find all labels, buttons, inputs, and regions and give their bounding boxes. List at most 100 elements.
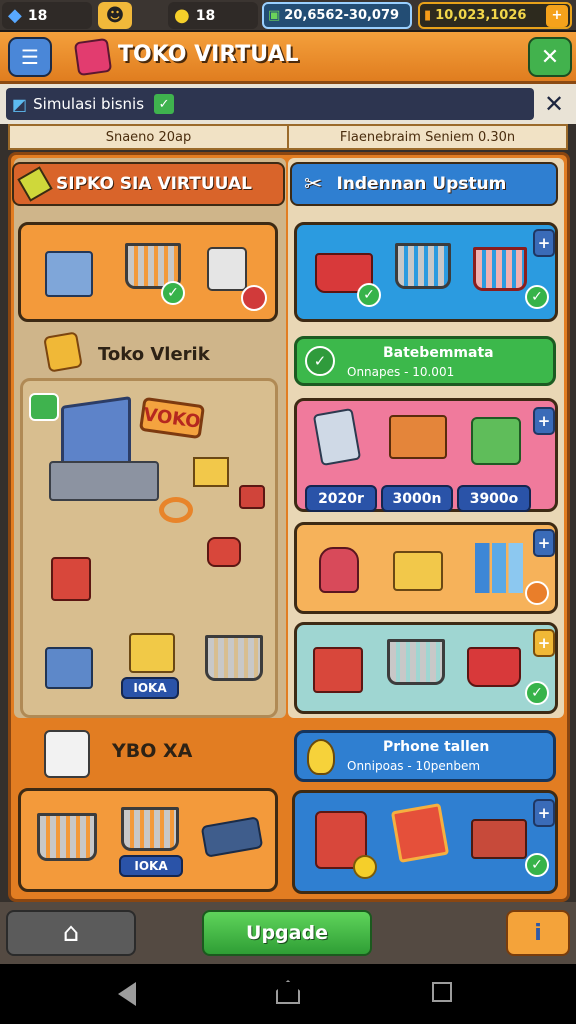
price-tag-1[interactable]: 2020r — [305, 485, 377, 512]
bottom-bar: ⌂ Upgade i — [0, 902, 576, 964]
right-item-card-4[interactable]: + ✓ — [294, 622, 558, 714]
clear-search-button[interactable]: ✕ — [538, 88, 570, 120]
bag-icon — [319, 547, 359, 593]
check-icon: ✓ — [525, 681, 549, 705]
coin-icon — [353, 855, 377, 879]
home-icon: ⌂ — [62, 918, 80, 948]
ok-icon: ✓ — [305, 346, 335, 376]
register-box-icon — [313, 647, 363, 693]
card-reader-icon — [200, 816, 264, 858]
status-bar: ◆ 18 ☻ ● 18 ▣ 20,6562-30,079 ▮ 10,023,10… — [0, 0, 576, 32]
veg-cart-icon — [37, 813, 97, 861]
fruit-basket-icon — [467, 647, 521, 687]
info-tabs: Snaeno 20ap Flaenebraim Seniem 0.30n — [8, 124, 568, 150]
title-bar: ☰ TOKO VIRTUAL ✕ — [0, 32, 576, 84]
home-nav-icon[interactable] — [276, 980, 300, 1004]
goods-icon — [471, 417, 521, 465]
cash-counter[interactable]: ▣ 20,6562-30,079 — [262, 2, 412, 29]
gem-icon: ◆ — [8, 5, 22, 26]
banner-1-sub: Onnapes - 10.001 — [347, 365, 455, 379]
speaker-icon — [51, 557, 91, 601]
home-button[interactable]: ⌂ — [6, 910, 136, 956]
coin-icon: ● — [174, 5, 190, 26]
banner-2-sub: Onnipoas - 10penbem — [347, 759, 481, 773]
add-button[interactable]: + — [533, 407, 555, 435]
left-item-card[interactable]: ✓ — [18, 222, 278, 322]
back-icon[interactable] — [118, 982, 136, 1006]
fruit-cart-icon — [121, 807, 179, 851]
heart-badge-icon — [241, 285, 267, 311]
checkbox-icon[interactable]: ✓ — [154, 94, 175, 114]
voko-sign: VOKO — [138, 396, 206, 440]
check-icon: ✓ — [161, 281, 185, 305]
upgrade-button[interactable]: Upgade — [202, 910, 372, 956]
right-header[interactable]: ✂ Indennan Upstum — [290, 162, 558, 206]
ring-icon — [159, 497, 193, 523]
store-logo-icon — [73, 37, 113, 77]
chat-icon — [29, 393, 59, 421]
store-badge-icon — [43, 331, 83, 373]
register-icon — [45, 647, 93, 689]
produce-cart-icon — [395, 243, 451, 289]
bottom-left-card[interactable]: IOKA — [18, 788, 278, 892]
counter-icon — [49, 461, 159, 501]
store-scene[interactable]: VOKO IOKA — [20, 378, 278, 718]
bottom-left-label: YBO XA — [112, 740, 193, 762]
books-icon — [471, 819, 527, 859]
banner-1-title: Batebemmata — [383, 345, 494, 361]
tools-icon: ✂ — [304, 171, 323, 197]
book-icon — [389, 415, 447, 459]
right-item-card-5[interactable]: + ✓ — [292, 790, 558, 894]
recents-icon[interactable] — [432, 982, 452, 1002]
price-tag-3[interactable]: 3900o — [457, 485, 531, 512]
money-icon: ▣ — [268, 8, 281, 23]
can-icon — [239, 485, 265, 509]
coins-counter[interactable]: ● 18 — [168, 2, 258, 29]
page-title: TOKO VIRTUAL — [118, 42, 299, 67]
check-icon: ✓ — [525, 285, 549, 309]
cart-tag[interactable]: IOKA — [119, 855, 183, 877]
system-nav-bar — [0, 964, 576, 1024]
store-label: Toko Vlerik — [98, 344, 210, 365]
hand-icon — [525, 581, 549, 605]
face-icon[interactable]: ☻ — [98, 2, 132, 29]
info-button[interactable]: i — [506, 910, 570, 956]
search-row: ◩ Simulasi bisnis ✓ ✕ — [0, 84, 576, 124]
box-icon — [193, 457, 229, 487]
bulb-icon — [307, 739, 335, 775]
jar-icon: ▮ — [424, 8, 432, 23]
add-button[interactable]: + — [533, 799, 555, 827]
add-gold-button[interactable]: + — [546, 4, 568, 27]
veg-basket-icon — [473, 247, 527, 291]
bottom-left-icon — [44, 730, 90, 778]
calculator-icon — [312, 407, 362, 467]
safe-icon — [207, 247, 247, 291]
bar-chart-icon — [475, 543, 523, 593]
ticket-icon — [17, 166, 53, 202]
cash-register-icon — [45, 251, 93, 297]
check-icon: ✓ — [525, 853, 549, 877]
flag-icon: ◩ — [12, 94, 28, 114]
gems-counter[interactable]: ◆ 18 — [2, 2, 92, 29]
right-banner-1[interactable]: ✓ Batebemmata Onnapes - 10.001 — [294, 336, 556, 386]
add-button[interactable]: + — [533, 229, 555, 257]
cart-icon — [205, 635, 263, 681]
price-tag-2[interactable]: 3000n — [381, 485, 453, 512]
right-item-card-3[interactable]: + — [294, 522, 558, 614]
right-banner-2[interactable]: Prhone tallen Onnipoas - 10penbem — [294, 730, 556, 782]
sign-board-icon — [390, 803, 450, 863]
close-button[interactable]: ✕ — [528, 37, 572, 77]
price-tag[interactable]: IOKA — [121, 677, 179, 699]
right-item-card-1[interactable]: ✓ + ✓ — [294, 222, 558, 322]
tab-right[interactable]: Flaenebraim Seniem 0.30n — [289, 126, 566, 148]
check-icon: ✓ — [357, 283, 381, 307]
add-button[interactable]: + — [533, 529, 555, 557]
left-header[interactable]: SIPKO SIA VIRTUUAL — [12, 162, 285, 206]
search-field[interactable]: ◩ Simulasi bisnis ✓ — [6, 88, 534, 120]
gold-counter[interactable]: ▮ 10,023,1026 + — [418, 2, 572, 29]
menu-button[interactable]: ☰ — [8, 37, 52, 77]
coffee-can-icon — [207, 537, 241, 567]
tab-left[interactable]: Snaeno 20ap — [10, 126, 289, 148]
add-button[interactable]: + — [533, 629, 555, 657]
right-item-card-2[interactable]: + 2020r 3000n 3900o — [294, 398, 558, 512]
